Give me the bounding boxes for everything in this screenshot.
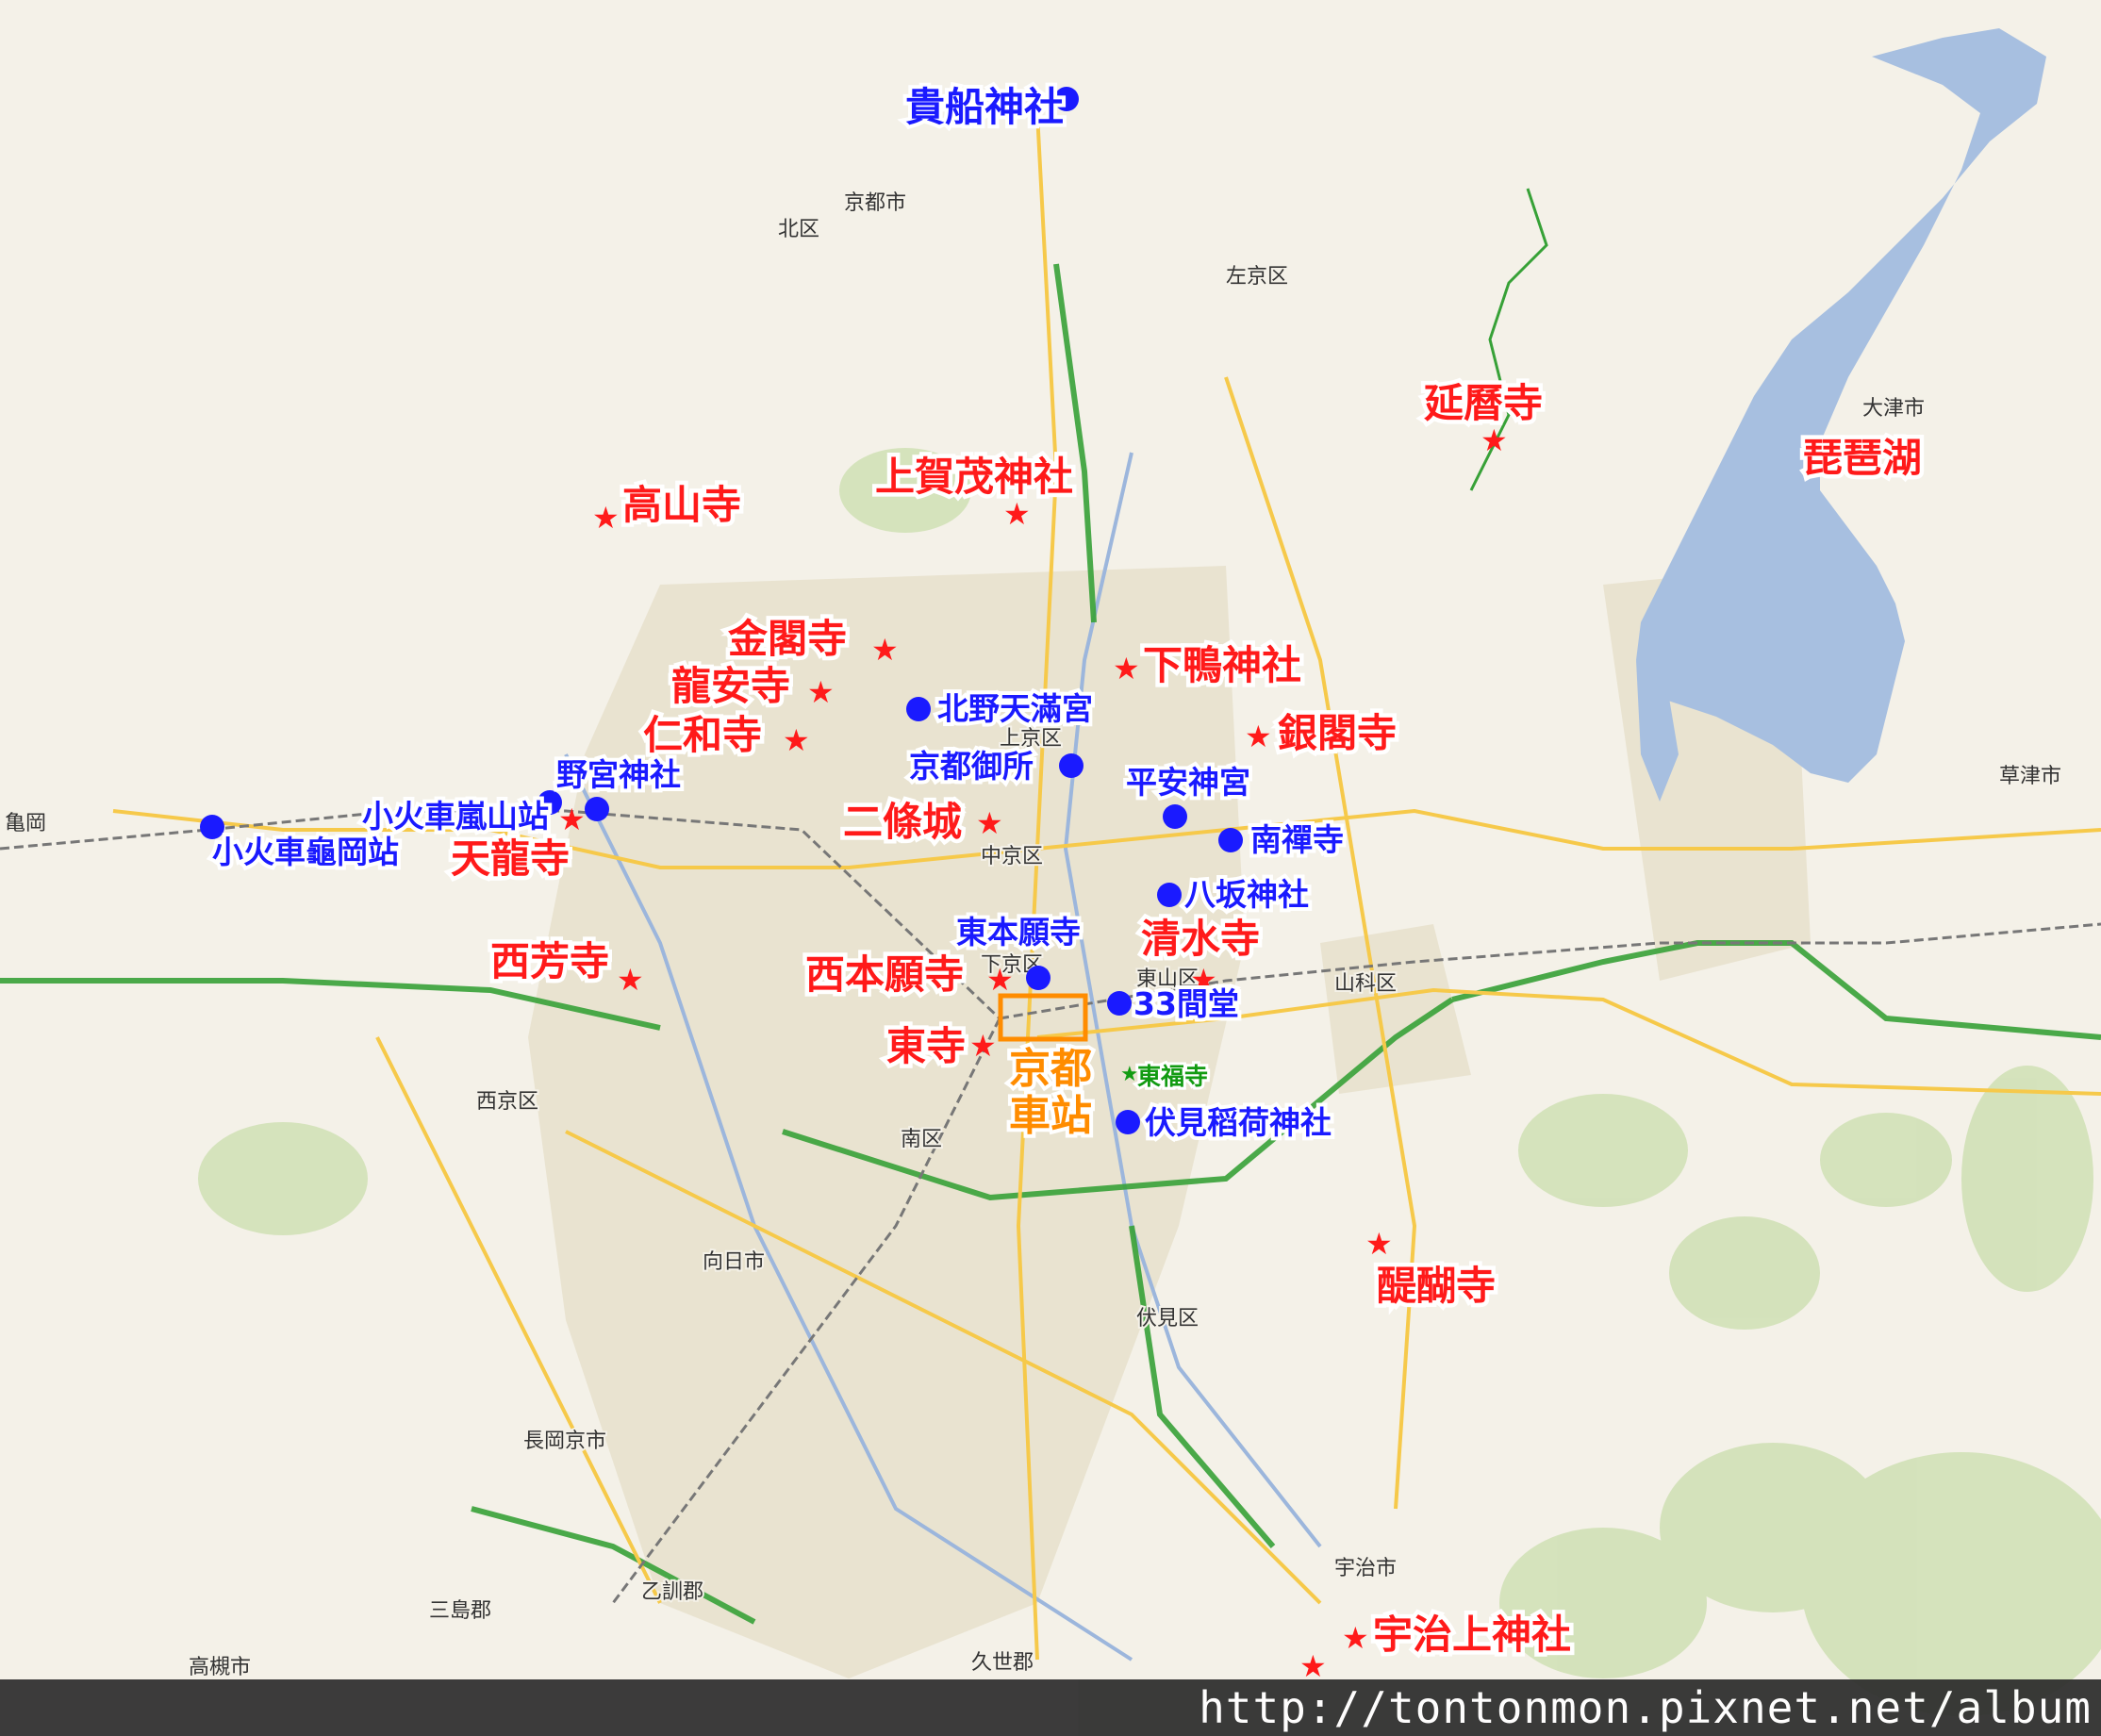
marker-heian-dot <box>1163 804 1187 829</box>
label-kyoto-station-2: 車站 <box>1009 1092 1092 1140</box>
place-nakagyo: 中京区 <box>981 845 1043 868</box>
label-gosho: 京都御所 <box>909 748 1034 785</box>
place-otsu: 大津市 <box>1862 397 1925 421</box>
marker-ginkaku-star: ★ <box>1245 719 1272 754</box>
place-kita-ku: 北区 <box>778 218 819 241</box>
marker-kamigamo-star: ★ <box>1003 496 1031 532</box>
marker-ninna-star: ★ <box>783 722 810 758</box>
place-nishikyo: 西京区 <box>476 1090 538 1114</box>
marker-takayama-star: ★ <box>592 500 620 536</box>
place-yamashina: 山科区 <box>1334 972 1397 996</box>
marker-tenryu-star: ★ <box>558 802 586 837</box>
marker-ujigami-star: ★ <box>1342 1620 1369 1656</box>
label-daigo: 醍醐寺 <box>1377 1263 1496 1309</box>
label-kibune: 貴船神社 <box>905 84 1064 130</box>
label-kitano: 北野天滿宮 <box>937 690 1093 727</box>
label-kinkaku: 金閣寺 <box>727 616 847 662</box>
label-sanjusangen: 33間堂 <box>1133 985 1239 1022</box>
label-toji: 東寺 <box>886 1023 966 1069</box>
marker-shimogamo-star: ★ <box>1113 651 1140 686</box>
place-takatsuki: 高槻市 <box>189 1656 251 1679</box>
place-fushimi-ku: 伏見区 <box>1136 1307 1199 1331</box>
marker-kinkaku-star: ★ <box>871 632 899 668</box>
marker-nishihongan-star: ★ <box>986 962 1014 998</box>
label-shimogamo: 下鴨神社 <box>1143 642 1301 688</box>
label-nanzen: 南禪寺 <box>1250 821 1344 858</box>
label-takayama: 高山寺 <box>622 482 741 528</box>
label-ujigami: 宇治上神社 <box>1373 1612 1571 1658</box>
label-nonomiya: 野宮神社 <box>556 756 681 793</box>
label-kameoka-st: 小火車龜岡站 <box>212 834 399 870</box>
marker-fushimi-dot <box>1116 1110 1140 1134</box>
marker-gosho-dot <box>1059 753 1084 778</box>
label-fushimi: 伏見稻荷神社 <box>1145 1104 1332 1141</box>
marker-higashihongan-dot <box>1026 966 1050 990</box>
place-uji: 宇治市 <box>1334 1557 1397 1580</box>
label-ninna: 仁和寺 <box>643 712 762 758</box>
marker-daigo-star: ★ <box>1365 1226 1393 1262</box>
label-kamigamo: 上賀茂神社 <box>875 454 1073 500</box>
marker-kitano-dot <box>906 697 931 721</box>
label-ryoan: 龍安寺 <box>671 663 790 709</box>
label-saiho: 西芳寺 <box>490 938 609 984</box>
place-muko: 向日市 <box>703 1250 765 1274</box>
marker-enryaku-star: ★ <box>1481 422 1508 458</box>
marker-sanjusangen-dot <box>1107 991 1132 1016</box>
place-sakyo: 左京区 <box>1226 265 1288 289</box>
label-heian: 平安神宮 <box>1126 764 1250 801</box>
marker-toji-star: ★ <box>969 1028 997 1064</box>
marker-nijo-star: ★ <box>976 805 1003 841</box>
place-otokuni: 乙訓郡 <box>641 1580 703 1604</box>
label-nishihongan: 西本願寺 <box>805 951 964 998</box>
place-nagaokakyo: 長岡京市 <box>523 1430 606 1453</box>
place-kameoka: 亀岡 <box>5 812 46 835</box>
label-enryaku: 延曆寺 <box>1424 380 1543 426</box>
label-kiyomizu: 清水寺 <box>1141 916 1260 962</box>
place-kuse: 久世郡 <box>971 1651 1034 1675</box>
marker-saiho-star: ★ <box>617 962 644 998</box>
marker-nonomiya-dot <box>585 797 609 821</box>
place-minami: 南区 <box>901 1128 942 1151</box>
label-nijo: 二條城 <box>843 799 962 845</box>
marker-ryoan-star: ★ <box>807 674 835 710</box>
label-tofuku: 東福寺 <box>1137 1063 1208 1090</box>
watermark-url: http://tontonmon.pixnet.net/album <box>1199 1682 2092 1733</box>
kyoto-map: 京都市 北区 大津市 草津市 上京区 中京区 下京区 東山区 山科区 南区 西京… <box>0 0 2101 1736</box>
marker-yasaka-dot <box>1157 883 1182 907</box>
label-tenryu: 天龍寺 <box>451 835 570 882</box>
label-yasaka: 八坂神社 <box>1184 876 1309 913</box>
place-kusatsu: 草津市 <box>1999 765 2061 788</box>
label-kyoto-station-1: 京都 <box>1009 1045 1092 1093</box>
watermark-bar: http://tontonmon.pixnet.net/album <box>0 1679 2101 1736</box>
place-kyoto-city: 京都市 <box>844 191 906 215</box>
label-higashihongan: 東本願寺 <box>956 914 1081 951</box>
marker-tofuku-star: ★ <box>1120 1063 1139 1086</box>
label-arashiyama-st: 小火車嵐山站 <box>362 798 549 835</box>
marker-nanzen-dot <box>1218 828 1243 852</box>
place-mishima: 三島郡 <box>429 1599 491 1623</box>
label-biwako: 琵琶湖 <box>1803 435 1922 481</box>
label-ginkaku: 銀閣寺 <box>1278 710 1397 756</box>
